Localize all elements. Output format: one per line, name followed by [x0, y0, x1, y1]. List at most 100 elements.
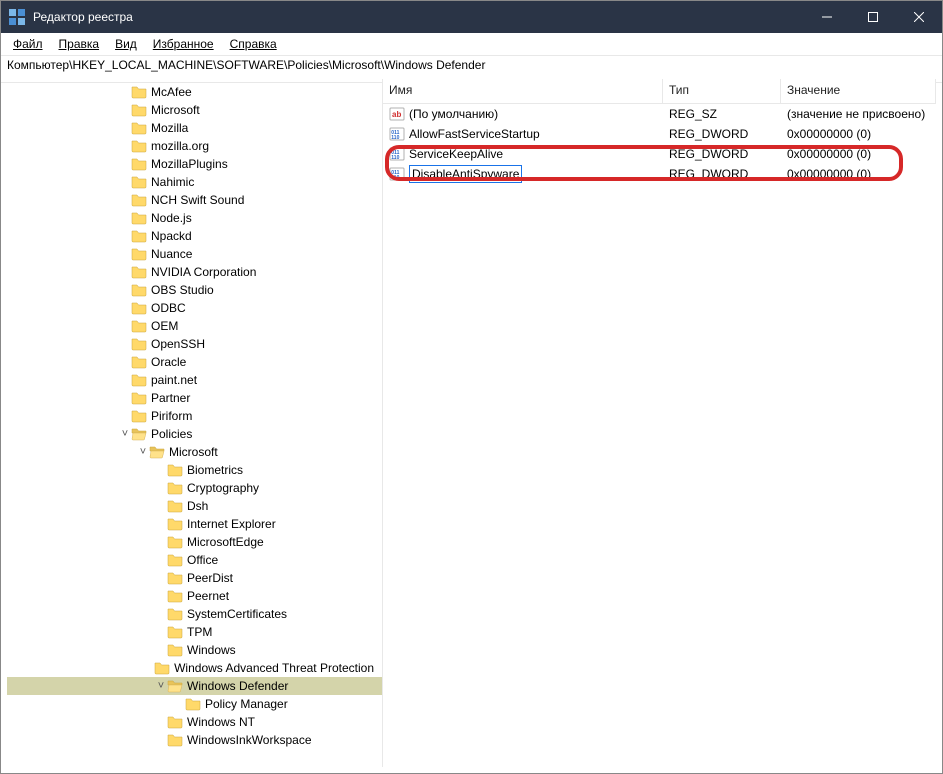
tree-item[interactable]: Policy Manager: [7, 695, 382, 713]
tree-item[interactable]: Internet Explorer: [7, 515, 382, 533]
menu-file[interactable]: Файл: [5, 35, 51, 53]
maximize-button[interactable]: [850, 1, 896, 33]
tree-pane[interactable]: McAfeeMicrosoftMozillamozilla.orgMozilla…: [7, 79, 383, 767]
tree-item[interactable]: MicrosoftEdge: [7, 533, 382, 551]
menu-fav[interactable]: Избранное: [145, 35, 222, 53]
tree-item[interactable]: PeerDist: [7, 569, 382, 587]
tree-item[interactable]: McAfee: [7, 83, 382, 101]
chevron-down-icon[interactable]: ˅: [137, 443, 149, 461]
tree-item-label: Office: [187, 551, 226, 569]
tree-item[interactable]: ODBC: [7, 299, 382, 317]
folder-icon: [167, 516, 183, 532]
tree-item[interactable]: Dsh: [7, 497, 382, 515]
tree-item[interactable]: NCH Swift Sound: [7, 191, 382, 209]
folder-icon: [131, 354, 147, 370]
tree-item-label: Policy Manager: [205, 695, 296, 713]
tree-item-label: Windows Defender: [187, 677, 296, 695]
tree-item-label: Mozilla: [151, 119, 196, 137]
tree-item[interactable]: Nuance: [7, 245, 382, 263]
tree-item[interactable]: WindowsInkWorkspace: [7, 731, 382, 749]
window-title: Редактор реестра: [33, 10, 133, 24]
tree-item[interactable]: Microsoft: [7, 101, 382, 119]
folder-icon: [131, 372, 147, 388]
folder-icon: [131, 84, 147, 100]
col-header-data[interactable]: Значение: [781, 79, 936, 103]
tree-item[interactable]: Piriform: [7, 407, 382, 425]
list-header: Имя Тип Значение: [383, 79, 936, 104]
reg-binary-icon: [389, 166, 405, 182]
chevron-down-icon[interactable]: ˅: [119, 425, 131, 443]
value-row[interactable]: (По умолчанию)REG_SZ(значение не присвое…: [383, 104, 936, 124]
values-pane[interactable]: Имя Тип Значение (По умолчанию)REG_SZ(зн…: [383, 79, 936, 767]
menubar: Файл Правка Вид Избранное Справка: [1, 33, 942, 56]
value-name: AllowFastServiceStartup: [409, 127, 540, 141]
titlebar: Редактор реестра: [1, 1, 942, 33]
tree-item[interactable]: ˅ Windows Defender: [7, 677, 382, 695]
tree-item[interactable]: Windows: [7, 641, 382, 659]
value-row[interactable]: AllowFastServiceStartup REG_DWORD0x000000…: [383, 124, 936, 144]
tree-item[interactable]: SystemCertificates: [7, 605, 382, 623]
folder-icon: [131, 246, 147, 262]
tree-item-label: Npackd: [151, 227, 200, 245]
tree-item[interactable]: Oracle: [7, 353, 382, 371]
folder-icon: [167, 606, 183, 622]
value-name[interactable]: DisableAntiSpyware: [409, 165, 522, 183]
folder-icon: [167, 588, 183, 604]
tree-item[interactable]: Mozilla: [7, 119, 382, 137]
tree-item-label: MicrosoftEdge: [187, 533, 272, 551]
tree-item[interactable]: Windows Advanced Threat Protection: [7, 659, 382, 677]
tree-item[interactable]: MozillaPlugins: [7, 155, 382, 173]
tree-item[interactable]: OBS Studio: [7, 281, 382, 299]
chevron-down-icon[interactable]: ˅: [155, 677, 167, 695]
value-data: 0x00000000 (0): [781, 127, 936, 141]
col-header-type[interactable]: Тип: [663, 79, 781, 103]
folder-icon: [167, 498, 183, 514]
close-button[interactable]: [896, 1, 942, 33]
value-data: (значение не присвоено): [781, 107, 936, 121]
menu-edit[interactable]: Правка: [51, 35, 108, 53]
tree-item-label: NCH Swift Sound: [151, 191, 252, 209]
tree-item[interactable]: Peernet: [7, 587, 382, 605]
tree-item[interactable]: Partner: [7, 389, 382, 407]
tree-item[interactable]: OEM: [7, 317, 382, 335]
col-header-name[interactable]: Имя: [383, 79, 663, 103]
tree-item[interactable]: ˅Policies: [7, 425, 382, 443]
tree-item[interactable]: Cryptography: [7, 479, 382, 497]
tree-item-label: SystemCertificates: [187, 605, 295, 623]
tree-item[interactable]: Office: [7, 551, 382, 569]
registry-editor-window: Редактор реестра Файл Правка Вид Избранн…: [0, 0, 943, 774]
tree-item[interactable]: mozilla.org: [7, 137, 382, 155]
tree-item[interactable]: paint.net: [7, 371, 382, 389]
tree-item-label: Microsoft: [151, 101, 208, 119]
tree-item-label: Nuance: [151, 245, 200, 263]
tree-item[interactable]: Npackd: [7, 227, 382, 245]
folder-icon: [167, 480, 183, 496]
tree-item-label: Biometrics: [187, 461, 251, 479]
tree-item[interactable]: NVIDIA Corporation: [7, 263, 382, 281]
value-row[interactable]: DisableAntiSpywareREG_DWORD0x00000000 (0…: [383, 164, 936, 184]
tree-item[interactable]: OpenSSH: [7, 335, 382, 353]
tree-item[interactable]: Biometrics: [7, 461, 382, 479]
tree-item[interactable]: TPM: [7, 623, 382, 641]
folder-icon: [167, 462, 183, 478]
tree-item-label: OpenSSH: [151, 335, 213, 353]
folder-icon: [131, 390, 147, 406]
folder-icon: [167, 678, 183, 694]
tree-item-label: OBS Studio: [151, 281, 222, 299]
tree-item[interactable]: Windows NT: [7, 713, 382, 731]
tree-item-label: WindowsInkWorkspace: [187, 731, 320, 749]
tree-item[interactable]: ˅Microsoft: [7, 443, 382, 461]
tree-item[interactable]: Nahimic: [7, 173, 382, 191]
minimize-button[interactable]: [804, 1, 850, 33]
folder-icon: [167, 624, 183, 640]
menu-view[interactable]: Вид: [107, 35, 145, 53]
tree-item-label: paint.net: [151, 371, 205, 389]
value-type: REG_DWORD: [663, 127, 781, 141]
folder-icon: [131, 408, 147, 424]
value-row[interactable]: ServiceKeepAliveREG_DWORD0x00000000 (0): [383, 144, 936, 164]
menu-help[interactable]: Справка: [222, 35, 285, 53]
tree-item-label: TPM: [187, 623, 220, 641]
tree-item[interactable]: Node.js: [7, 209, 382, 227]
folder-icon: [167, 552, 183, 568]
folder-icon: [131, 120, 147, 136]
